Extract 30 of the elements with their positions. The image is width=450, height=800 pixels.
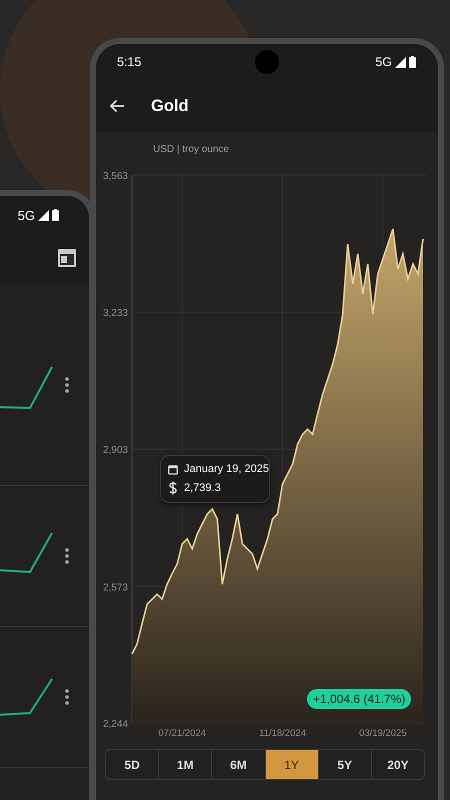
more-icon[interactable] [65,689,69,705]
y-axis-label: 2,244 [102,719,128,730]
x-axis-label: 03/19/2025 [359,728,407,739]
tooltip-date: January 19, 2025 [184,463,269,475]
page-title: Gold [151,96,189,116]
status-time: 5:15 [117,55,142,69]
network-label: 5G [18,208,35,222]
x-axis-label: 11/18/2024 [259,728,306,739]
newspaper-icon[interactable] [57,248,77,268]
y-axis-label: 3,563 [102,171,128,182]
back-arrow-icon[interactable] [109,99,125,113]
camera-hole [255,50,279,74]
tooltip-value: 2,739.3 [184,482,221,494]
battery-icon [409,56,416,68]
y-axis-label: 2,573 [102,582,128,594]
calendar-icon [168,464,178,474]
range-tab[interactable]: 5D [106,750,160,779]
battery-icon [52,209,59,221]
unit-label: USD | troy ounce [153,144,230,155]
y-axis-label: 3,233 [102,308,128,320]
more-icon[interactable] [65,548,69,564]
network-label: 5G [375,55,392,69]
more-icon[interactable] [65,376,69,392]
dollar-icon [168,481,178,495]
y-axis-label: 2,903 [102,445,128,456]
change-badge: +1,004.6 (41.7%) [307,689,412,709]
signal-icon [395,56,406,68]
x-axis-label: 07/21/2024 [158,728,206,739]
signal-icon [38,210,49,220]
range-tab[interactable]: 1Y [266,750,319,779]
